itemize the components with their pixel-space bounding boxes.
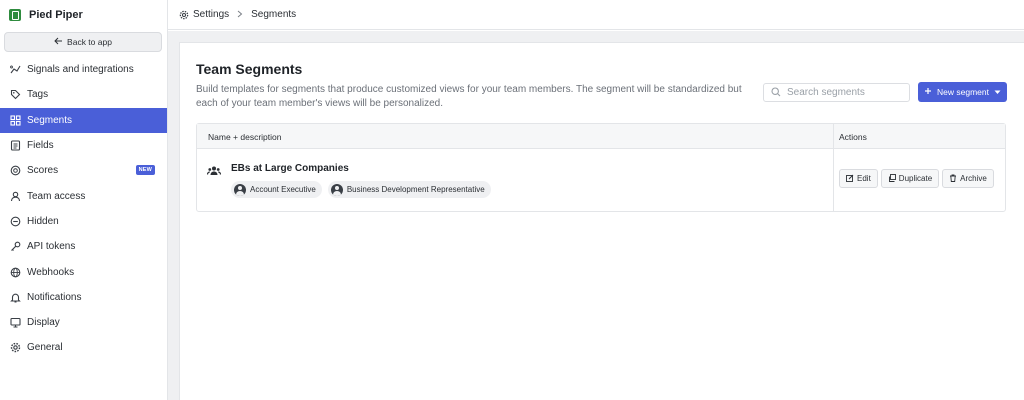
brand[interactable]: Pied Piper	[0, 0, 167, 30]
sidebar-item-notifications[interactable]: Notifications	[0, 285, 167, 310]
breadcrumb-settings[interactable]: Settings	[193, 9, 229, 20]
plus-icon	[924, 87, 932, 97]
table-row[interactable]: EBs at Large Companies Account Executive…	[197, 149, 1005, 211]
arrow-left-icon	[54, 37, 63, 47]
score-icon	[10, 165, 21, 176]
sidebar-item-api-tokens[interactable]: API tokens	[0, 234, 167, 259]
users-group-icon	[205, 162, 223, 180]
sidebar-item-team-access[interactable]: Team access	[0, 183, 167, 208]
monitor-icon	[10, 317, 21, 328]
search-box[interactable]	[763, 83, 910, 102]
segments-card: Team Segments Build templates for segmen…	[179, 42, 1024, 400]
settings-nav: Signals and integrations Tags Segments F…	[0, 57, 167, 361]
trash-icon	[949, 174, 957, 184]
sidebar-item-label: Notifications	[27, 291, 82, 303]
search-input[interactable]	[787, 87, 902, 98]
sidebar-item-hidden[interactable]: Hidden	[0, 209, 167, 234]
avatar	[330, 183, 343, 196]
sidebar-item-scores[interactable]: Scores NEW	[0, 158, 167, 183]
segment-name[interactable]: EBs at Large Companies	[231, 163, 349, 174]
sidebar-item-label: Segments	[27, 114, 73, 126]
grid-icon	[10, 115, 21, 126]
breadcrumb: Settings Segments	[168, 0, 1024, 30]
new-segment-button[interactable]: New segment	[918, 82, 1007, 102]
role-chip: Business Development Representative	[327, 181, 491, 198]
brand-logo-icon	[9, 9, 21, 21]
gear-icon	[10, 342, 21, 353]
breadcrumb-segments: Segments	[251, 9, 297, 20]
sidebar-item-signals[interactable]: Signals and integrations	[0, 57, 167, 82]
table-header: Name + description Actions	[197, 124, 1005, 149]
edit-icon	[846, 174, 854, 184]
sidebar-item-label: Signals and integrations	[27, 64, 134, 76]
duplicate-label: Duplicate	[898, 174, 933, 183]
caret-down-icon[interactable]	[994, 87, 1001, 97]
sidebar-item-label: General	[27, 342, 63, 354]
sidebar-item-label: API tokens	[27, 241, 76, 253]
column-header-name: Name + description	[208, 132, 282, 142]
bell-icon	[10, 292, 21, 303]
user-icon	[10, 191, 21, 202]
fields-icon	[10, 140, 21, 151]
edit-button[interactable]: Edit	[839, 169, 878, 188]
archive-button[interactable]: Archive	[942, 169, 994, 188]
duplicate-button[interactable]: Duplicate	[880, 169, 940, 188]
sidebar-item-segments[interactable]: Segments	[0, 107, 167, 133]
chevron-right-icon	[237, 10, 243, 20]
archive-label: Archive	[960, 174, 987, 183]
sidebar-item-fields[interactable]: Fields	[0, 133, 167, 158]
gear-icon	[179, 10, 189, 20]
row-actions: Edit Duplicate Archive	[839, 169, 994, 188]
role-chip-label: Business Development Representative	[346, 185, 485, 194]
hidden-icon	[10, 216, 21, 227]
signals-icon	[10, 64, 21, 75]
duplicate-icon	[888, 173, 896, 184]
sidebar-item-label: Fields	[27, 140, 54, 152]
sidebar-item-tags[interactable]: Tags	[0, 82, 167, 107]
back-to-app-label: Back to app	[67, 37, 112, 47]
page-description: Build templates for segments that produc…	[196, 84, 742, 109]
sidebar: Pied Piper Back to app Signals and integ…	[0, 0, 168, 400]
tag-icon	[10, 89, 21, 100]
role-chip-label: Account Executive	[250, 185, 316, 194]
column-header-actions: Actions	[839, 132, 867, 142]
column-divider	[833, 124, 834, 148]
sidebar-item-label: Scores	[27, 165, 59, 177]
sidebar-item-label: Display	[27, 317, 60, 329]
role-chip: Account Executive	[231, 181, 322, 198]
back-to-app-button[interactable]: Back to app	[4, 32, 162, 52]
new-segment-label: New segment	[937, 87, 989, 97]
new-badge: NEW	[135, 165, 155, 176]
search-icon	[771, 84, 781, 102]
sidebar-item-general[interactable]: General	[0, 335, 167, 360]
sidebar-item-webhooks[interactable]: Webhooks	[0, 259, 167, 284]
sidebar-item-label: Hidden	[27, 215, 59, 227]
key-icon	[10, 241, 21, 252]
sidebar-item-label: Tags	[27, 89, 49, 101]
avatar	[234, 183, 246, 196]
brand-name: Pied Piper	[29, 9, 83, 21]
page-title: Team Segments	[196, 61, 303, 77]
segments-table: Name + description Actions EBs at Large …	[196, 123, 1006, 212]
sidebar-item-label: Webhooks	[27, 266, 75, 278]
sidebar-item-label: Team access	[27, 190, 86, 202]
edit-label: Edit	[857, 174, 871, 183]
column-divider	[833, 149, 834, 211]
globe-icon	[10, 267, 21, 278]
sidebar-item-display[interactable]: Display	[0, 310, 167, 335]
role-chips: Account Executive Business Development R…	[231, 181, 491, 198]
